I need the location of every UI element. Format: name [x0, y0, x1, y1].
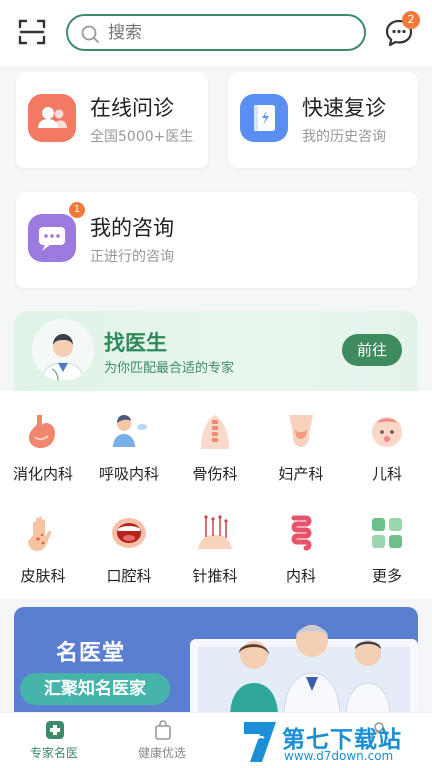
doctors-icon: [28, 94, 76, 142]
mouth-icon: [112, 518, 146, 548]
doctors-illustration: [190, 625, 418, 717]
online-consult-card[interactable]: 在线问诊 全国5000+医生: [16, 72, 208, 168]
dept-label: 内科: [285, 567, 316, 585]
uterus-icon: [289, 415, 313, 447]
online-consult-title: 在线问诊: [90, 96, 174, 120]
online-consult-sub: 全国5000+医生: [90, 129, 194, 145]
tab-health-picks[interactable]: 健康优选: [108, 713, 216, 768]
doctor-avatar: [32, 319, 94, 381]
spine-icon: [201, 415, 229, 449]
quick-revisit-title: 快速复诊: [302, 96, 386, 120]
banner-pill: 汇聚知名医家: [20, 673, 170, 705]
find-doctor-banner[interactable]: 找医生 为你匹配最合适的专家 前往: [14, 311, 418, 391]
hand-skin-icon: [28, 516, 52, 551]
search-bar[interactable]: [66, 14, 366, 51]
my-consult-title: 我的咨询: [90, 216, 174, 240]
dept-internal[interactable]: 内科: [258, 493, 344, 585]
acupuncture-icon: [198, 515, 232, 549]
dept-dermatology[interactable]: 皮肤科: [0, 493, 86, 585]
dept-digestive[interactable]: 消化内科: [0, 391, 86, 483]
top-bar: 2: [0, 0, 432, 66]
respiratory-icon: [113, 415, 147, 447]
dept-label: 骨伤科: [192, 465, 238, 483]
watermark: 第七下载站 www.d7down.com: [238, 718, 432, 768]
dept-label: 妇产科: [278, 465, 324, 483]
scan-icon[interactable]: [18, 18, 46, 46]
find-doctor-title: 找医生: [104, 331, 167, 355]
department-grid: 消化内科 呼吸内科 骨伤科 妇产科 儿科 皮肤科 口腔科 针推科 内科 更多: [0, 391, 432, 599]
famous-doctors-banner[interactable]: 名医堂 汇聚知名医家: [14, 607, 418, 717]
dept-label: 皮肤科: [20, 567, 66, 585]
search-icon: [81, 25, 99, 43]
dept-acupuncture[interactable]: 针推科: [172, 493, 258, 585]
go-button[interactable]: 前往: [342, 334, 402, 366]
quick-revisit-sub: 我的历史咨询: [302, 129, 386, 145]
dept-pediatrics[interactable]: 儿科: [344, 391, 430, 483]
intestine-icon: [291, 515, 312, 551]
record-book-icon: [240, 94, 288, 142]
tab-experts[interactable]: 专家名医: [0, 713, 108, 768]
dept-label: 儿科: [371, 465, 402, 483]
grid-more-icon: [372, 518, 402, 548]
dept-label: 更多: [371, 567, 402, 585]
dept-orthopedic[interactable]: 骨伤科: [172, 391, 258, 483]
watermark-url: www.d7down.com: [284, 749, 394, 763]
baby-icon: [372, 417, 402, 447]
chat-bubble-icon: [28, 214, 76, 262]
dept-label: 消化内科: [12, 465, 73, 483]
dept-obstetrics[interactable]: 妇产科: [258, 391, 344, 483]
tab-label: 健康优选: [137, 746, 186, 760]
dept-label: 针推科: [192, 567, 238, 585]
dept-more[interactable]: 更多: [344, 493, 430, 585]
find-doctor-sub: 为你匹配最合适的专家: [104, 361, 235, 376]
watermark-logo-icon: [244, 722, 276, 762]
message-badge: 2: [402, 11, 420, 29]
quick-revisit-card[interactable]: 快速复诊 我的历史咨询: [228, 72, 418, 168]
my-consult-card[interactable]: 1 我的咨询 正进行的咨询: [16, 192, 418, 288]
search-input[interactable]: [108, 22, 348, 44]
dept-respiratory[interactable]: 呼吸内科: [86, 391, 172, 483]
dept-stomatology[interactable]: 口腔科: [86, 493, 172, 585]
tab-label: 专家名医: [29, 746, 78, 760]
shopping-bag-icon: [155, 720, 171, 740]
stomach-icon: [29, 415, 55, 448]
my-consult-sub: 正进行的咨询: [90, 249, 174, 265]
banner-title: 名医堂: [56, 641, 126, 666]
dept-label: 呼吸内科: [98, 465, 159, 483]
dept-label: 口腔科: [106, 567, 152, 585]
consult-badge: 1: [69, 202, 85, 218]
expert-doctor-icon: [46, 721, 64, 739]
